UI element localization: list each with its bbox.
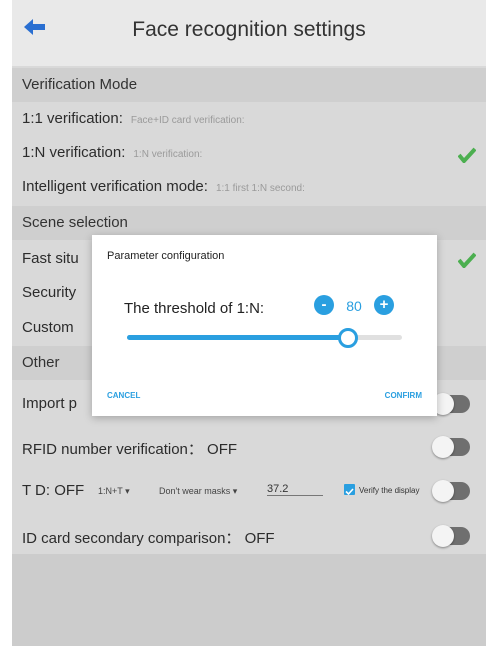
- increase-button[interactable]: +: [374, 295, 394, 315]
- threshold-slider[interactable]: [127, 328, 402, 348]
- temperature-input[interactable]: 37.2: [267, 483, 323, 496]
- td-mode-select[interactable]: 1:N+T ▾: [98, 486, 130, 497]
- check-mark-icon: [345, 488, 354, 496]
- row-label: T D: OFF: [22, 482, 85, 499]
- dialog-title: Parameter configuration: [107, 250, 225, 262]
- section-label: Other: [22, 354, 60, 371]
- row-label: ID card secondary comparison： OFF: [22, 530, 275, 547]
- row-1-1-verification[interactable]: 1:1 verification: Face+ID card verificati…: [12, 102, 486, 136]
- mask-select[interactable]: Don't wear masks ▾: [159, 486, 237, 497]
- row-label: 1:1 verification: Face+ID card verificati…: [22, 110, 245, 127]
- row-label: Import p: [22, 395, 78, 412]
- check-icon: [458, 147, 476, 163]
- slider-fill: [127, 335, 347, 340]
- row-label: Fast situ: [22, 250, 79, 267]
- threshold-label: The threshold of 1:N:: [124, 300, 265, 317]
- row-id-card: ID card secondary comparison： OFF: [12, 514, 486, 558]
- rfid-toggle[interactable]: [432, 436, 470, 458]
- cancel-button[interactable]: CANCEL: [107, 391, 140, 400]
- row-label: Intelligent verification mode: 1:1 first …: [22, 178, 305, 195]
- check-icon: [458, 252, 476, 268]
- row-label: RFID number verification： OFF: [22, 441, 238, 458]
- bottom-area: [12, 554, 486, 646]
- screen: Face recognition settings Verification M…: [12, 0, 486, 646]
- row-temperature: T D: OFF 1:N+T ▾ Don't wear masks ▾ 37.2…: [12, 469, 486, 513]
- verify-display-checkbox[interactable]: [344, 484, 355, 496]
- row-label: Custom: [22, 319, 74, 336]
- import-toggle[interactable]: [432, 393, 470, 415]
- header: Face recognition settings: [12, 0, 486, 66]
- row-label: Security: [22, 284, 77, 301]
- section-verification-mode: Verification Mode: [12, 68, 486, 102]
- decrease-button[interactable]: -: [314, 295, 334, 315]
- id-card-toggle[interactable]: [432, 525, 470, 547]
- threshold-value: 80: [346, 298, 362, 314]
- page-title: Face recognition settings: [132, 18, 366, 41]
- verify-display-label: Verify the display: [359, 486, 420, 495]
- section-label: Scene selection: [22, 214, 128, 231]
- row-label: 1:N verification: 1:N verification:: [22, 144, 203, 161]
- row-rfid: RFID number verification： OFF: [12, 425, 486, 469]
- slider-thumb[interactable]: [338, 328, 358, 348]
- section-label: Verification Mode: [22, 76, 138, 93]
- temperature-toggle[interactable]: [432, 480, 470, 502]
- row-1-n-verification[interactable]: 1:N verification: 1:N verification:: [12, 136, 486, 170]
- parameter-dialog: Parameter configuration The threshold of…: [92, 235, 437, 416]
- confirm-button[interactable]: CONFIRM: [385, 391, 422, 400]
- row-intelligent-verification[interactable]: Intelligent verification mode: 1:1 first …: [12, 170, 486, 204]
